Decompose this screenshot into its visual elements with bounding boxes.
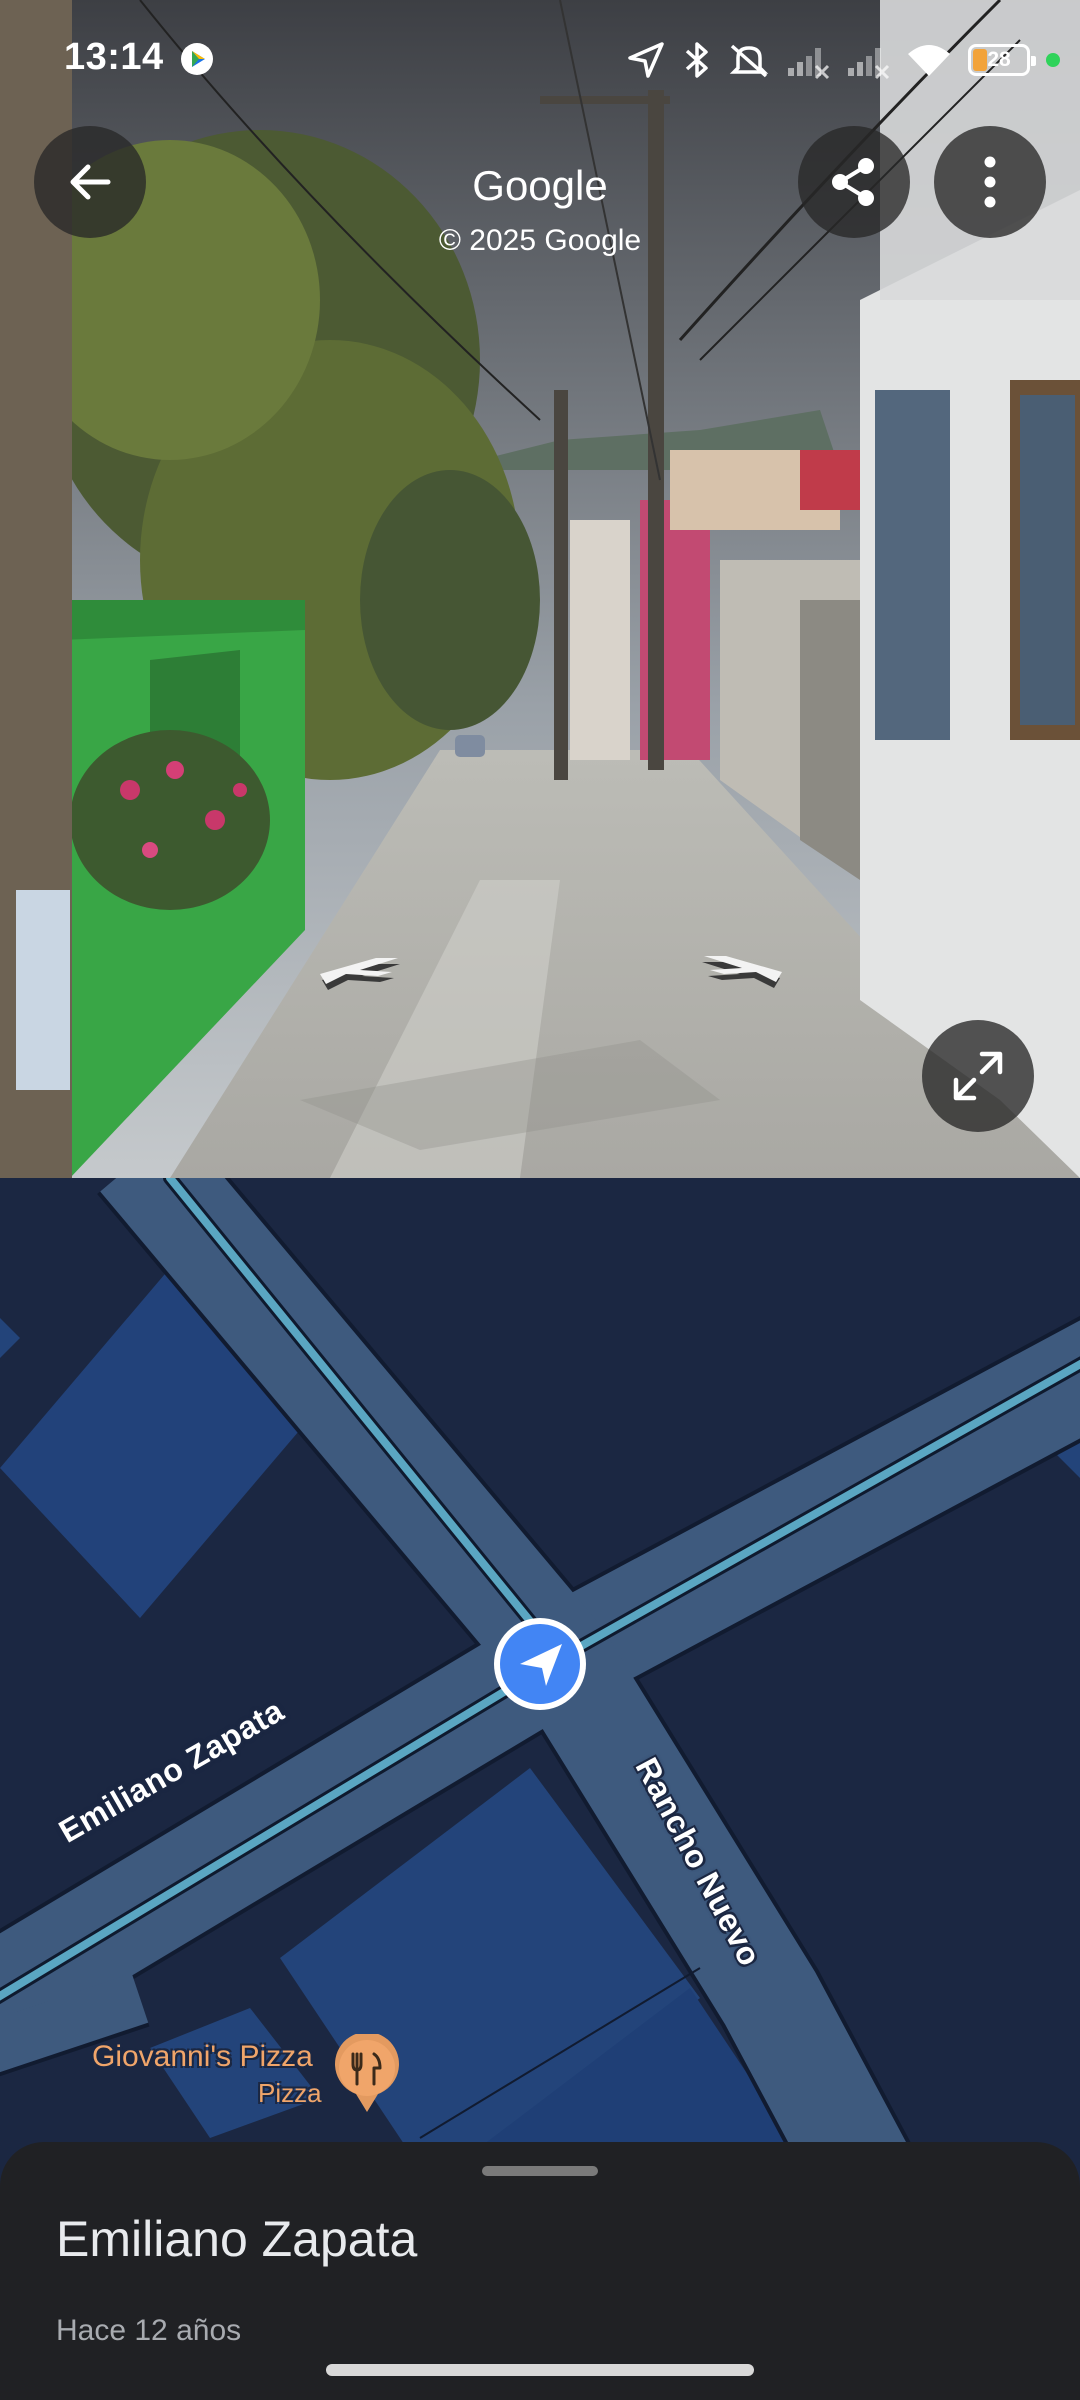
restaurant-icon[interactable] [332, 2034, 402, 2114]
street-view-panorama[interactable]: 13:14 28 Google © 2025 Google [0, 0, 1080, 1178]
wifi-icon [908, 45, 950, 76]
signal-2-icon [848, 48, 890, 80]
privacy-dot-icon [1046, 53, 1060, 67]
mute-icon [729, 44, 769, 78]
expand-button[interactable] [922, 1020, 1034, 1132]
battery-icon: 28 [968, 44, 1036, 76]
navigate-right-arrow[interactable] [694, 950, 784, 996]
more-options-button[interactable] [934, 126, 1046, 238]
poi-category: Pizza [258, 2078, 322, 2108]
expand-icon [953, 1051, 1003, 1101]
battery-level: 28 [987, 48, 1011, 71]
status-bar: 13:14 28 [0, 0, 1080, 120]
place-bottom-sheet[interactable]: Emiliano Zapata Hace 12 años [0, 2142, 1080, 2400]
status-icons: 28 [626, 36, 1060, 84]
google-play-icon [181, 43, 213, 75]
more-vert-icon [984, 156, 996, 208]
capture-date: Hace 12 años [56, 2314, 242, 2347]
google-brand: Google [472, 162, 608, 209]
copyright-text: © 2025 Google [438, 224, 642, 257]
status-time: 13:14 [64, 36, 164, 78]
navigate-left-arrow[interactable] [318, 952, 408, 998]
bluetooth-icon [685, 42, 708, 78]
poi-name[interactable]: Giovanni's Pizza [92, 2040, 313, 2074]
share-icon [832, 158, 874, 206]
place-title: Emiliano Zapata [56, 2211, 418, 2267]
sheet-drag-handle[interactable] [482, 2166, 598, 2176]
location-arrow-icon [628, 42, 664, 78]
gesture-navigation-bar[interactable] [326, 2364, 754, 2376]
current-location-icon[interactable] [490, 1614, 590, 1714]
signal-1-icon [788, 48, 830, 80]
share-button[interactable] [798, 126, 910, 238]
